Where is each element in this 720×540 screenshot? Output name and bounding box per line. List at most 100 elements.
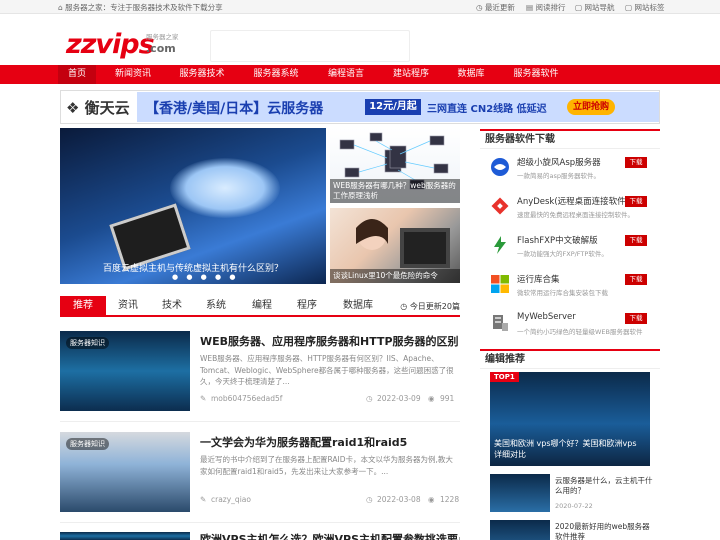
- tab-coding[interactable]: 编程: [244, 296, 280, 315]
- software-name[interactable]: 超级小旋风Asp服务器: [517, 156, 601, 168]
- article-desc: 最近写的书中介绍到了在服务器上配置RAID卡，本文以华为服务器为例,教大家如何配…: [200, 455, 453, 476]
- slider-dots[interactable]: ● ● ● ● ●: [172, 273, 238, 281]
- tab-system[interactable]: 系统: [198, 296, 234, 315]
- article-date: 2022-03-08: [377, 495, 421, 504]
- nav-item-server-os[interactable]: 服务器系统: [246, 65, 306, 84]
- software-item[interactable]: FlashFXP中文破解版 一款功能强大的FXP/FTP软件。 下载: [480, 231, 660, 269]
- nav-item-server-tech[interactable]: 服务器技术: [172, 65, 232, 84]
- slider-side-item[interactable]: 谈谈Linux里10个最危险的命令: [330, 208, 460, 283]
- article-title[interactable]: 欧洲VPS主机怎么选？欧洲VPS主机配置参数挑选要点: [200, 532, 460, 540]
- slider-side-caption[interactable]: WEB服务器有哪几种？web服务器的工作原理浅析: [330, 179, 460, 203]
- software-name[interactable]: AnyDesk(远程桌面连接软件): [517, 195, 629, 207]
- banner-features: 三网直连 CN2线路 低延迟: [427, 104, 547, 115]
- tab-recommend[interactable]: 推荐: [60, 296, 106, 315]
- mini-title[interactable]: 2020最新好用的web服务器软件推荐: [555, 522, 655, 540]
- slider-side-caption[interactable]: 谈谈Linux里10个最危险的命令: [330, 269, 460, 283]
- top-link-label[interactable]: 网站导航: [584, 3, 614, 12]
- wind-icon: [491, 158, 509, 176]
- views-icon: ◉: [428, 394, 435, 403]
- banner-brand-text: 衡天云: [84, 99, 130, 117]
- banner-headline: 【香港/美国/日本】云服务器: [145, 101, 324, 117]
- banner-brand: ❖ 衡天云: [66, 99, 130, 117]
- list-item[interactable]: 服务器知识 一文学会为华为服务器配置raid1和raid5 最近写的书中介绍到了…: [60, 432, 460, 514]
- article-title[interactable]: WEB服务器、应用程序服务器和HTTP服务器的区别: [200, 333, 459, 349]
- software-panel-title: 服务器软件下载: [480, 129, 660, 149]
- article-tag: 服务器知识: [66, 337, 109, 349]
- nav-item-news[interactable]: 新闻资讯: [106, 65, 160, 84]
- editor-panel-title: 编辑推荐: [480, 349, 660, 369]
- top-link-ranking[interactable]: ▤ 阅读排行: [526, 2, 565, 13]
- cloud-image: [170, 158, 280, 218]
- banner-cta-button[interactable]: 立即抢购: [567, 99, 615, 115]
- divider: [60, 522, 460, 523]
- tab-tech[interactable]: 技术: [154, 296, 190, 315]
- list-item[interactable]: 2020最新好用的web服务器软件推荐: [490, 520, 660, 540]
- software-item[interactable]: AnyDesk(远程桌面连接软件) 速度最快的免费远程桌面连接控制软件。 下载: [480, 192, 660, 230]
- software-name[interactable]: 运行库合集: [517, 273, 560, 285]
- nav-item-database[interactable]: 数据库: [450, 65, 492, 84]
- tab-news[interactable]: 资讯: [110, 296, 146, 315]
- site-slogan: ⌂ 服务器之家：专注于服务器技术及软件下载分享: [58, 3, 223, 12]
- article-desc: WEB服务器、应用程序服务器、HTTP服务器有何区别？IIS、Apache、To…: [200, 354, 454, 386]
- logo-subtitle: 服务器之家: [146, 33, 179, 41]
- banner-price: 12元/月起: [365, 99, 421, 115]
- software-desc: 微软常用运行库合集安装包下载: [517, 289, 608, 297]
- software-desc: 一款简易的asp服务器软件。: [517, 172, 600, 180]
- site-logo[interactable]: zzvips: [66, 29, 155, 60]
- featured-article[interactable]: TOP1 美国和欧洲 vps哪个好？美国和欧洲vps详细对比: [490, 372, 650, 466]
- views-icon: ◉: [428, 495, 435, 504]
- divider: [60, 421, 460, 422]
- date-icon: ◷: [366, 495, 373, 504]
- mini-date: 2020-07-22: [555, 502, 593, 510]
- mini-title[interactable]: 云服务器是什么，云主机干什么用的？: [555, 476, 655, 496]
- list-item[interactable]: 云服务器是什么，云主机干什么用的？ 2020-07-22: [490, 474, 660, 514]
- server-icon: [493, 315, 508, 331]
- featured-caption[interactable]: 美国和欧洲 vps哪个好？美国和欧洲vps详细对比: [494, 438, 644, 460]
- banner-ad[interactable]: 【香港/美国/日本】云服务器 12元/月起 三网直连 CN2线路 低延迟 立即抢…: [137, 92, 659, 122]
- download-button[interactable]: 下载: [625, 274, 647, 285]
- windows-icon: [491, 275, 509, 293]
- author-icon: ✎: [200, 394, 207, 403]
- logo-domain: .com: [146, 42, 176, 55]
- article-title[interactable]: 一文学会为华为服务器配置raid1和raid5: [200, 434, 407, 450]
- slider-side-item[interactable]: WEB服务器有哪几种？web服务器的工作原理浅析: [330, 128, 460, 203]
- tab-database[interactable]: 数据库: [336, 296, 380, 315]
- mini-thumbnail[interactable]: [490, 520, 550, 540]
- nav-item-home[interactable]: 首页: [58, 65, 96, 84]
- download-button[interactable]: 下载: [625, 196, 647, 207]
- main-slider[interactable]: 百度云虚拟主机与传统虚拟主机有什么区别？ ● ● ● ● ●: [60, 128, 326, 284]
- tab-program[interactable]: 程序: [289, 296, 325, 315]
- article-views: 1228: [440, 495, 460, 504]
- software-item[interactable]: MyWebServer 一个简约小巧绿色的轻量级WEB服务器软件 下载: [480, 309, 660, 347]
- software-item[interactable]: 超级小旋风Asp服务器 一款简易的asp服务器软件。 下载: [480, 153, 660, 191]
- article-thumbnail[interactable]: 服务器知识: [60, 331, 190, 411]
- software-item[interactable]: 运行库合集 微软常用运行库合集安装包下载 下载: [480, 270, 660, 308]
- date-icon: ◷: [366, 394, 373, 403]
- top-link-nav[interactable]: ▢ 网站导航: [575, 2, 614, 13]
- download-button[interactable]: 下载: [625, 235, 647, 246]
- software-name[interactable]: MyWebServer: [517, 312, 576, 322]
- software-name[interactable]: FlashFXP中文破解版: [517, 234, 598, 246]
- article-tag: 服务器知识: [66, 438, 109, 450]
- top-link-label[interactable]: 阅读排行: [535, 3, 565, 12]
- list-item[interactable]: 欧洲VPS主机怎么选？欧洲VPS主机配置参数挑选要点: [60, 532, 460, 540]
- list-item[interactable]: 服务器知识 WEB服务器、应用程序服务器和HTTP服务器的区别 WEB服务器、应…: [60, 331, 460, 413]
- ad-banner[interactable]: ❖ 衡天云 【香港/美国/日本】云服务器 12元/月起 三网直连 CN2线路 低…: [60, 90, 660, 124]
- article-author[interactable]: crazy_qiao: [211, 495, 251, 504]
- article-author[interactable]: mob604756edad5f: [211, 394, 282, 403]
- top-link-label[interactable]: 网站标签: [634, 3, 664, 12]
- top-link-tags[interactable]: ▢ 网站标签: [625, 2, 664, 13]
- software-desc: 一个简约小巧绿色的轻量级WEB服务器软件: [517, 328, 643, 336]
- article-thumbnail[interactable]: 服务器知识: [60, 432, 190, 512]
- software-desc: 一款功能强大的FXP/FTP软件。: [517, 250, 608, 258]
- top-link-latest[interactable]: ◷ 最近更新: [476, 2, 515, 13]
- update-text: 今日更新20篇: [409, 302, 460, 311]
- download-button[interactable]: 下载: [625, 313, 647, 324]
- nav-item-cms[interactable]: 建站程序: [384, 65, 438, 84]
- article-thumbnail[interactable]: [60, 532, 190, 540]
- nav-item-programming[interactable]: 编程语言: [320, 65, 372, 84]
- nav-item-software[interactable]: 服务器软件: [506, 65, 566, 84]
- download-button[interactable]: 下载: [625, 157, 647, 168]
- top-link-label[interactable]: 最近更新: [485, 3, 515, 12]
- mini-thumbnail[interactable]: [490, 474, 550, 512]
